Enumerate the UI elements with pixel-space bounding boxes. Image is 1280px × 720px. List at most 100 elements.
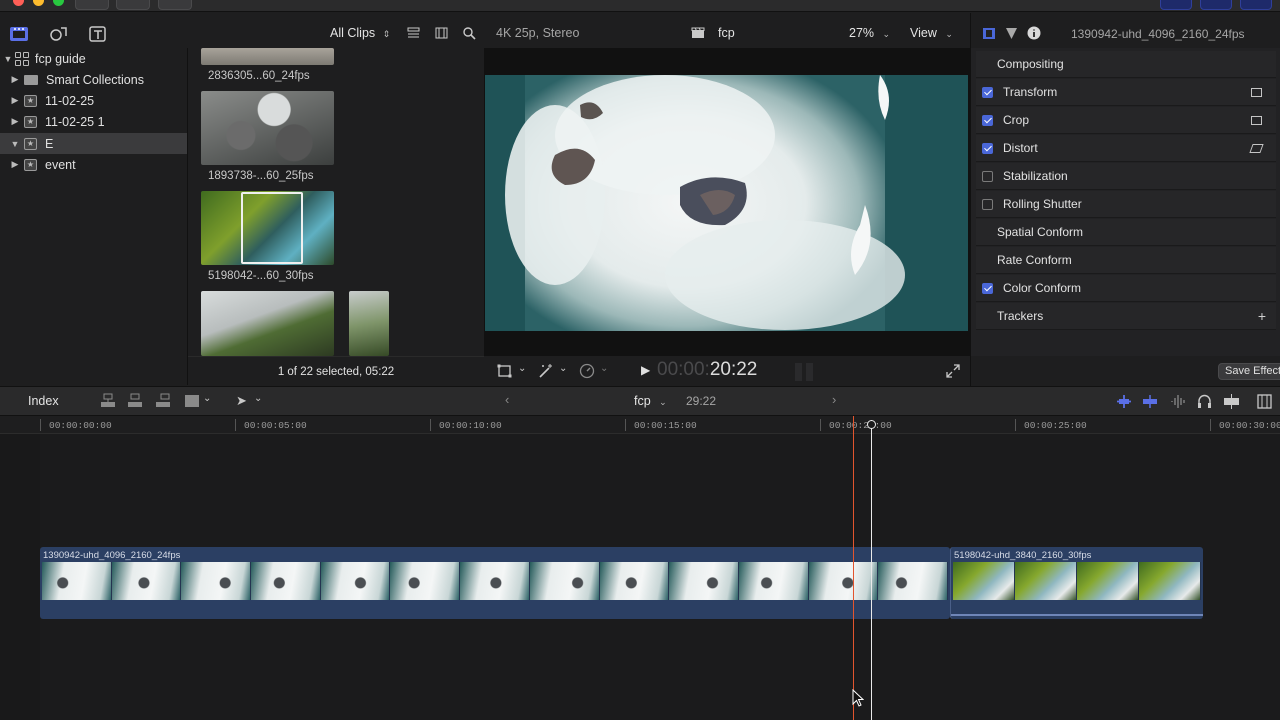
audio-meters-icon[interactable] bbox=[795, 363, 813, 381]
save-effects-button[interactable]: Save Effects bbox=[1218, 363, 1280, 380]
insert-clip-icon[interactable] bbox=[127, 393, 143, 409]
minimize-window-button[interactable] bbox=[33, 0, 44, 6]
clip-thumbnail-selected[interactable] bbox=[201, 191, 334, 265]
color-conform-checkbox[interactable] bbox=[982, 282, 993, 294]
stabilization-checkbox[interactable] bbox=[982, 170, 993, 182]
list-view-icon[interactable] bbox=[407, 27, 420, 39]
close-window-button[interactable] bbox=[13, 0, 24, 6]
section-color-conform[interactable]: Color Conform bbox=[976, 275, 1276, 302]
view-dropdown[interactable]: View ⌄ bbox=[910, 26, 953, 40]
section-rolling-shutter[interactable]: Rolling Shutter bbox=[976, 191, 1276, 218]
magic-wand-icon[interactable] bbox=[538, 363, 554, 378]
timeline-clip[interactable]: 1390942-uhd_4096_2160_24fps bbox=[40, 547, 950, 619]
section-crop[interactable]: Crop bbox=[976, 107, 1276, 134]
retime-speedometer-icon[interactable] bbox=[579, 363, 595, 379]
timeline-project-dropdown[interactable]: fcp ⌄ bbox=[634, 394, 667, 408]
disclosure-closed-icon[interactable]: ▶ bbox=[10, 159, 20, 170]
distort-icon[interactable] bbox=[1249, 143, 1264, 153]
timeline-clip[interactable]: 5198042-uhd_3840_2160_30fps bbox=[950, 547, 1203, 619]
disclosure-closed-icon[interactable]: ▶ bbox=[10, 95, 20, 106]
keywords-button[interactable] bbox=[116, 0, 150, 10]
headphones-icon[interactable] bbox=[1197, 394, 1212, 409]
library-item-event[interactable]: ▶ ★ event bbox=[0, 154, 187, 175]
info-icon[interactable] bbox=[1027, 26, 1041, 40]
library-item-event[interactable]: ▶ ★ 11-02-25 1 bbox=[0, 111, 187, 132]
timeline-index-button[interactable]: Index bbox=[28, 394, 59, 408]
zoom-dropdown[interactable]: 27% ⌄ bbox=[849, 26, 890, 40]
libraries-icon[interactable] bbox=[9, 25, 29, 43]
section-rate-conform[interactable]: Rate Conform bbox=[976, 247, 1276, 274]
chevron-down-icon[interactable]: ⌄ bbox=[254, 393, 262, 404]
disclosure-open-icon[interactable]: ▼ bbox=[3, 54, 13, 64]
timeline-tracks[interactable]: 1390942-uhd_4096_2160_24fps 5198042-uhd_… bbox=[0, 434, 1280, 720]
transform-tool-icon[interactable] bbox=[497, 364, 512, 378]
background-tasks-button[interactable] bbox=[158, 0, 192, 10]
zoom-window-button[interactable] bbox=[53, 0, 64, 6]
timecode-display[interactable]: 00:00:20:22 bbox=[657, 359, 757, 381]
section-spatial-conform[interactable]: Spatial Conform bbox=[976, 219, 1276, 246]
append-clip-icon[interactable] bbox=[155, 393, 171, 409]
library-item-smart-collections[interactable]: ▶ Smart Collections bbox=[0, 69, 187, 90]
library-item-event[interactable]: ▶ ★ 11-02-25 bbox=[0, 90, 187, 111]
video-inspector-icon[interactable] bbox=[982, 27, 996, 40]
waveform-icon[interactable] bbox=[1170, 394, 1186, 409]
disclosure-closed-icon[interactable]: ▶ bbox=[10, 116, 20, 127]
audio-skimming-icon[interactable] bbox=[1142, 395, 1158, 408]
select-tool-icon[interactable]: ➤ bbox=[236, 393, 247, 409]
library-label: 11-02-25 bbox=[45, 93, 95, 108]
section-stabilization[interactable]: Stabilization bbox=[976, 163, 1276, 190]
section-distort[interactable]: Distort bbox=[976, 135, 1276, 162]
overwrite-clip-icon[interactable] bbox=[184, 393, 200, 409]
workspace-browser-button[interactable] bbox=[1160, 0, 1192, 10]
fullscreen-icon[interactable] bbox=[946, 364, 960, 378]
clip-appearance-icon[interactable] bbox=[435, 27, 448, 39]
back-arrow-icon[interactable]: ‹ bbox=[505, 392, 509, 407]
ruler-tick bbox=[820, 419, 821, 431]
transform-checkbox[interactable] bbox=[982, 86, 993, 98]
clip-thumbnail[interactable] bbox=[201, 91, 334, 165]
connect-clip-icon[interactable] bbox=[100, 393, 116, 409]
plus-icon[interactable]: + bbox=[1258, 308, 1266, 324]
effects-browser-icon[interactable] bbox=[1257, 394, 1272, 409]
crop-icon[interactable] bbox=[1251, 115, 1262, 125]
clip-thumbnail[interactable] bbox=[349, 291, 389, 356]
disclosure-open-icon[interactable]: ▼ bbox=[10, 139, 20, 149]
search-icon[interactable] bbox=[463, 27, 476, 40]
section-compositing[interactable]: Compositing bbox=[976, 51, 1276, 78]
crop-checkbox[interactable] bbox=[982, 114, 993, 126]
play-icon[interactable]: ▶ bbox=[641, 363, 650, 377]
transform-icon[interactable] bbox=[1251, 87, 1262, 97]
clip-appearance-icon[interactable] bbox=[1223, 394, 1240, 409]
disclosure-closed-icon[interactable]: ▶ bbox=[10, 74, 20, 85]
rolling-shutter-checkbox[interactable] bbox=[982, 198, 993, 210]
timeline-ruler[interactable]: 00:00:00:00 00:00:05:00 00:00:10:00 00:0… bbox=[0, 416, 1280, 434]
skimming-icon[interactable] bbox=[1116, 395, 1132, 408]
project-name: fcp bbox=[634, 394, 651, 408]
distort-checkbox[interactable] bbox=[982, 142, 993, 154]
section-transform[interactable]: Transform bbox=[976, 79, 1276, 106]
chevron-down-icon[interactable]: ⌄ bbox=[600, 363, 608, 374]
library-item-fcp-guide[interactable]: ▼ fcp guide bbox=[0, 48, 187, 69]
viewer-project-name: fcp bbox=[718, 26, 735, 40]
playhead[interactable] bbox=[853, 416, 854, 720]
section-trackers[interactable]: Trackers + bbox=[976, 303, 1276, 330]
workspace-timeline-button[interactable] bbox=[1200, 0, 1232, 10]
clip-filter-dropdown[interactable]: All Clips ⇕ bbox=[330, 26, 390, 40]
chevron-down-icon: ⌄ bbox=[945, 29, 953, 39]
color-inspector-icon[interactable] bbox=[1005, 27, 1018, 40]
section-label: Spatial Conform bbox=[997, 225, 1084, 239]
clip-thumbnail[interactable] bbox=[201, 48, 334, 65]
clip-thumbnail[interactable] bbox=[201, 291, 334, 356]
workspace-inspector-button[interactable] bbox=[1240, 0, 1272, 10]
chevron-down-icon[interactable]: ⌄ bbox=[203, 393, 211, 404]
photos-audio-icon[interactable] bbox=[49, 25, 69, 43]
library-item-event-selected[interactable]: ▼ ★ E bbox=[0, 133, 187, 154]
video-frame[interactable] bbox=[485, 75, 968, 331]
chevron-down-icon[interactable]: ⌄ bbox=[559, 363, 567, 374]
import-button[interactable] bbox=[75, 0, 109, 10]
forward-arrow-icon[interactable]: › bbox=[832, 392, 836, 407]
chevron-down-icon[interactable]: ⌄ bbox=[518, 363, 526, 374]
titles-generators-icon[interactable] bbox=[88, 25, 108, 43]
filmstrip-frame bbox=[738, 562, 809, 600]
clip-label: 2836305...60_24fps bbox=[208, 70, 310, 82]
